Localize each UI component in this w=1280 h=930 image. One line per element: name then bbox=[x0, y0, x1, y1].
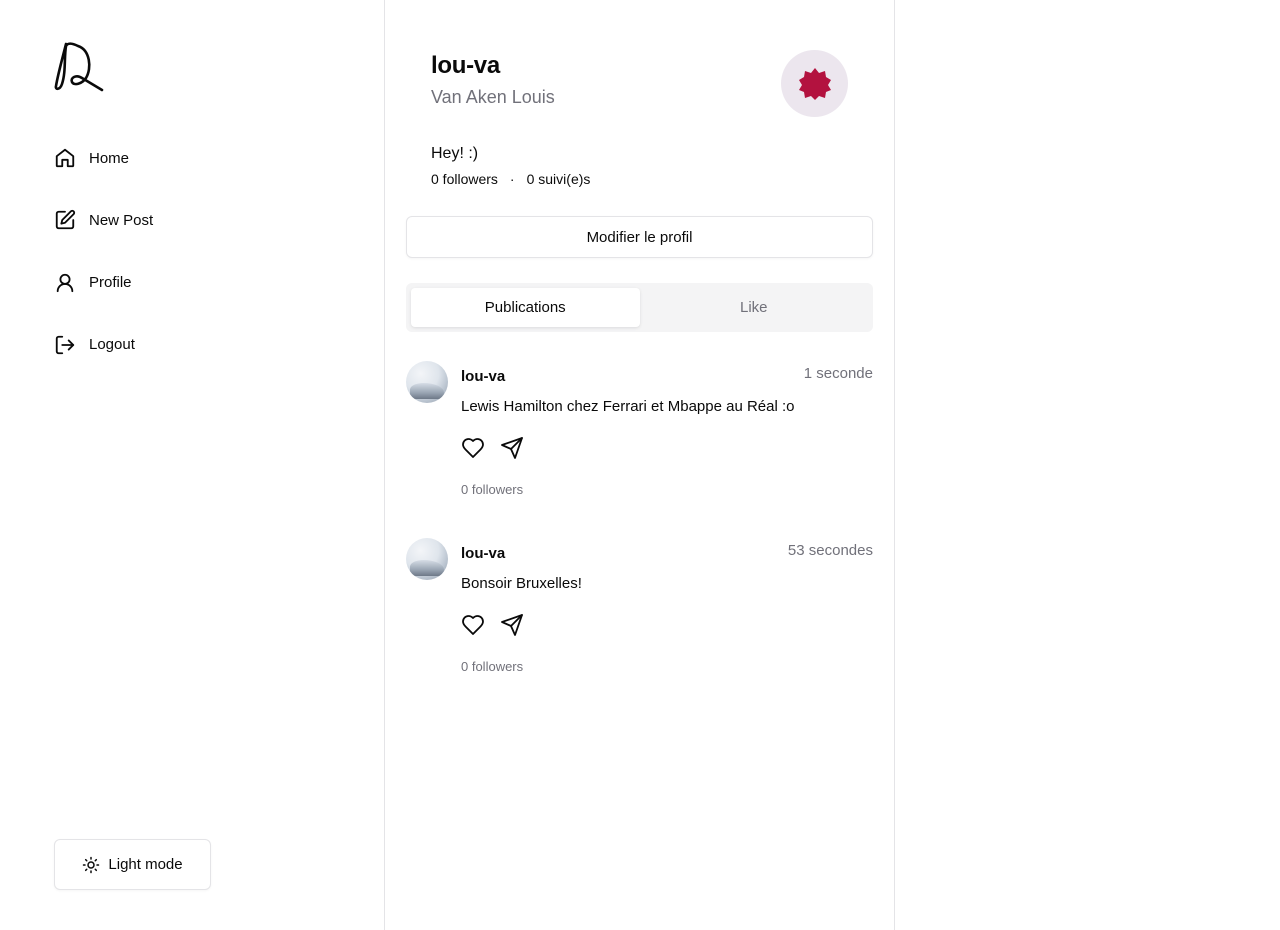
heart-icon[interactable] bbox=[461, 613, 485, 637]
profile-bio: Hey! :) bbox=[431, 145, 479, 162]
post-username[interactable]: lou-va bbox=[461, 545, 505, 562]
post-item: lou-va 53 secondes Bonsoir Bruxelles! 0 … bbox=[406, 538, 873, 688]
profile-main: lou-va Van Aken Louis Hey! :) 0 follower… bbox=[385, 0, 895, 930]
badge-icon bbox=[798, 67, 831, 100]
profile-fullname: Van Aken Louis bbox=[431, 87, 555, 107]
tab-like[interactable]: Like bbox=[640, 288, 869, 327]
nav-item-label: New Post bbox=[89, 211, 154, 229]
tab-publications[interactable]: Publications bbox=[411, 288, 640, 327]
post-timestamp: 1 seconde bbox=[803, 365, 873, 382]
nav-item-profile[interactable]: Profile bbox=[54, 264, 153, 302]
sidebar: Home New Post Profile Logout Light mode bbox=[0, 0, 385, 930]
post-username[interactable]: lou-va bbox=[461, 368, 505, 385]
light-mode-label: Light mode bbox=[108, 856, 183, 873]
post-text: Bonsoir Bruxelles! bbox=[461, 575, 582, 592]
profile-tabs: Publications Like bbox=[406, 283, 873, 332]
nav-item-logout[interactable]: Logout bbox=[54, 326, 153, 364]
post-text: Lewis Hamilton chez Ferrari et Mbappe au… bbox=[461, 398, 795, 415]
user-icon bbox=[54, 272, 76, 294]
post-actions bbox=[461, 613, 539, 637]
post-actions bbox=[461, 436, 539, 460]
nav-item-home[interactable]: Home bbox=[54, 139, 153, 177]
profile-username: lou-va bbox=[431, 52, 500, 79]
send-icon[interactable] bbox=[500, 613, 524, 637]
main-nav: Home New Post Profile Logout bbox=[54, 139, 153, 388]
edit-icon bbox=[54, 209, 76, 231]
right-panel bbox=[895, 0, 1280, 930]
nav-item-new-post[interactable]: New Post bbox=[54, 201, 153, 239]
followers-count[interactable]: 0 followers bbox=[431, 171, 498, 187]
heart-icon[interactable] bbox=[461, 436, 485, 460]
post-count: 0 followers bbox=[461, 659, 524, 674]
edit-profile-button[interactable]: Modifier le profil bbox=[406, 216, 873, 258]
avatar[interactable] bbox=[406, 361, 448, 403]
light-mode-button[interactable]: Light mode bbox=[54, 839, 211, 890]
signature-logo-icon[interactable] bbox=[52, 38, 108, 94]
nav-item-label: Home bbox=[89, 149, 130, 167]
nav-item-label: Logout bbox=[89, 336, 135, 354]
avatar[interactable] bbox=[406, 538, 448, 580]
profile-avatar[interactable] bbox=[781, 50, 848, 117]
send-icon[interactable] bbox=[500, 436, 524, 460]
post-item: lou-va 1 seconde Lewis Hamilton chez Fer… bbox=[406, 361, 873, 511]
post-timestamp: 53 secondes bbox=[787, 542, 873, 559]
stats-separator: · bbox=[509, 171, 515, 187]
profile-stats: 0 followers · 0 suivi(e)s bbox=[431, 171, 590, 187]
post-count: 0 followers bbox=[461, 482, 524, 497]
home-icon bbox=[54, 147, 76, 169]
sun-icon bbox=[82, 856, 100, 874]
following-count[interactable]: 0 suivi(e)s bbox=[527, 171, 591, 187]
logout-icon bbox=[54, 334, 76, 356]
nav-item-label: Profile bbox=[89, 274, 132, 292]
